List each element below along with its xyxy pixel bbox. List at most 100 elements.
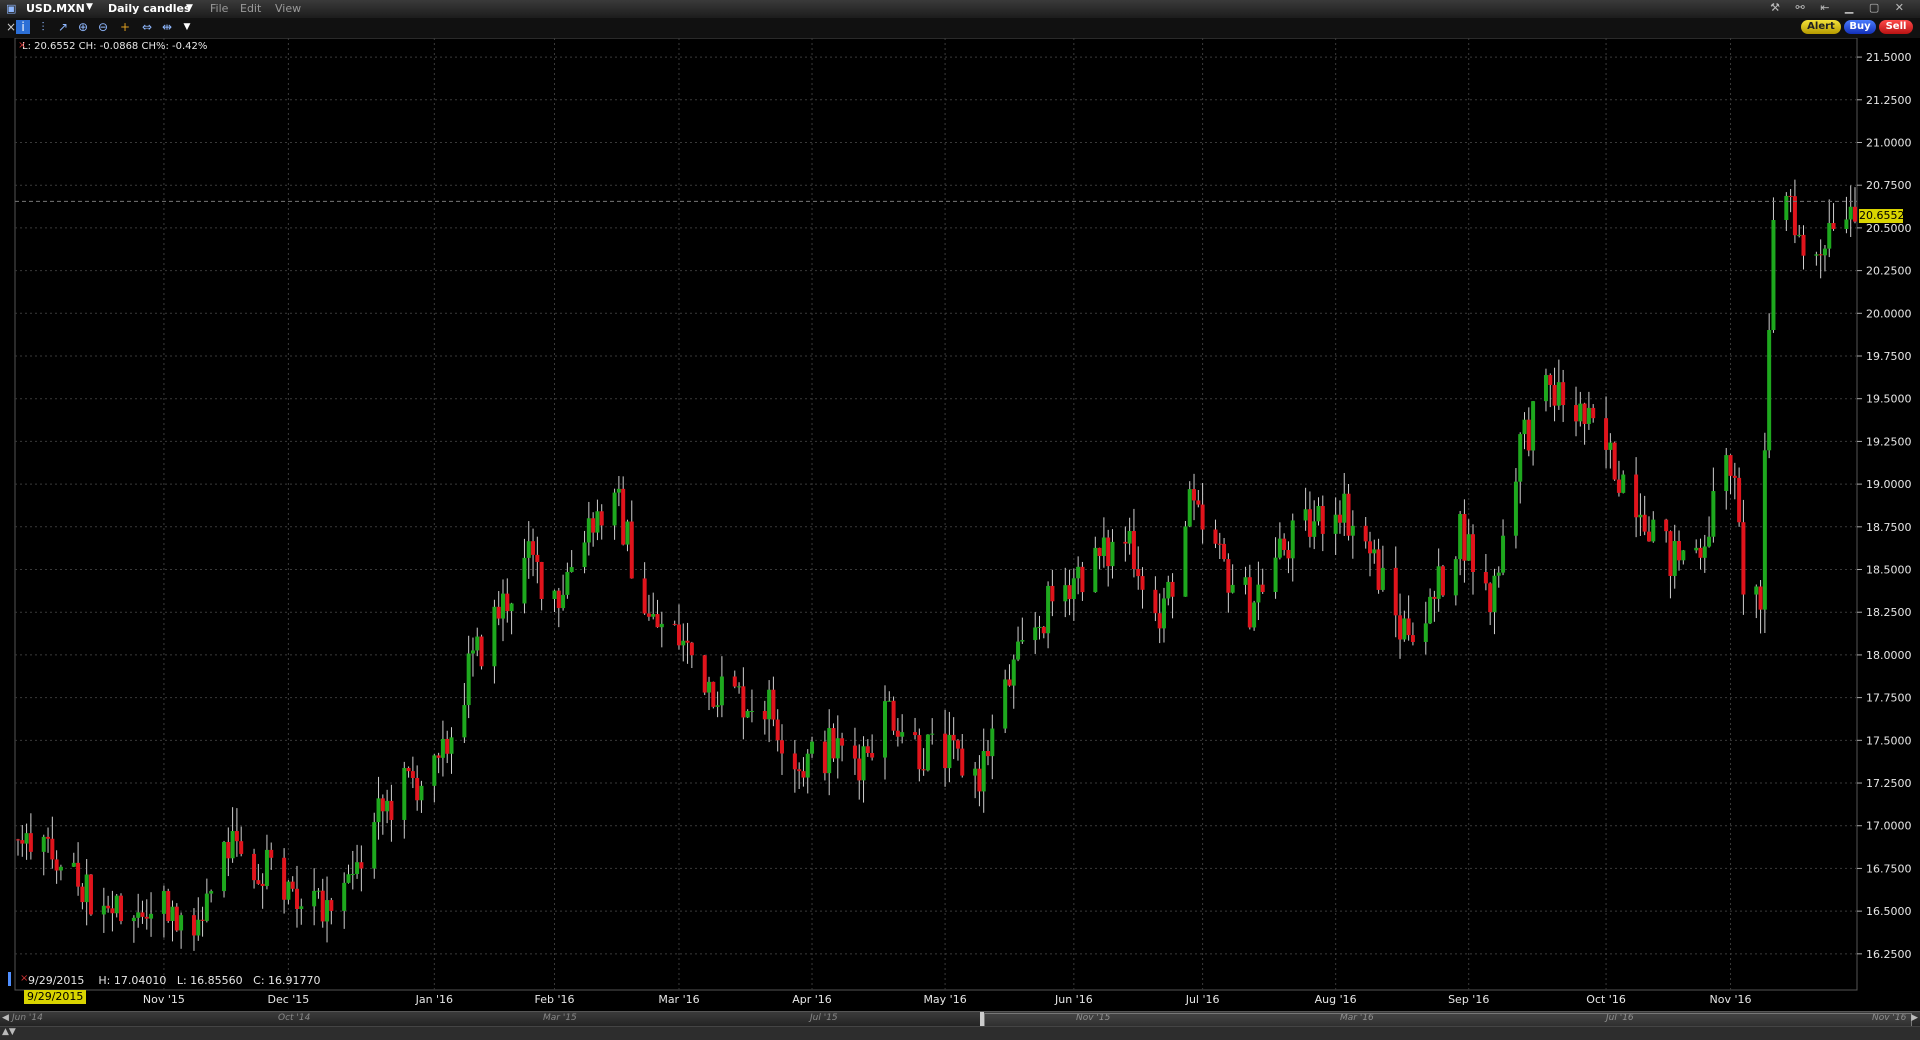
crosshair-icon[interactable]: + xyxy=(118,20,132,34)
candle-down xyxy=(1286,549,1291,559)
candle-up xyxy=(1436,566,1441,599)
candle-down xyxy=(239,841,244,854)
candle-down xyxy=(1642,514,1647,532)
candle-down xyxy=(20,840,25,844)
candle-down xyxy=(1788,195,1793,197)
candle-up xyxy=(1316,505,1321,522)
candle-down xyxy=(599,511,604,526)
alert-button[interactable]: Alert xyxy=(1801,20,1841,34)
candle-up xyxy=(286,881,291,900)
chart-mode-selector[interactable]: Daily candles xyxy=(108,2,191,15)
navigator-label: Mar '15 xyxy=(543,1013,577,1023)
candle-up xyxy=(1333,514,1338,534)
candle-up xyxy=(1127,530,1132,544)
candle-up xyxy=(565,571,570,595)
candle-up xyxy=(492,606,497,667)
candle-down xyxy=(891,700,896,731)
x-tick-label: Jan '16 xyxy=(415,993,453,1006)
candle-down xyxy=(775,719,780,741)
candle-down xyxy=(1136,569,1141,577)
candle-up xyxy=(1458,514,1463,560)
candle-down xyxy=(852,745,857,759)
candle-up xyxy=(749,710,754,712)
bottom-scroll-strip[interactable]: ▲▼ xyxy=(0,1026,1920,1040)
candle-down xyxy=(1140,576,1145,590)
candle-down xyxy=(415,777,420,801)
scroll-right-icon[interactable]: ▶ xyxy=(1911,1013,1918,1023)
draw-line-icon[interactable]: ↗ xyxy=(56,20,70,34)
candle-down xyxy=(1792,196,1797,236)
candle-up xyxy=(1252,602,1257,628)
fit-icon[interactable]: ⇔ xyxy=(140,20,154,34)
candle-up xyxy=(41,836,46,852)
candle-down xyxy=(986,750,991,757)
navigator-window[interactable] xyxy=(984,1013,1912,1027)
y-tick-label: 19.2500 xyxy=(1866,435,1912,448)
candle-down xyxy=(702,655,707,693)
candle-down xyxy=(46,836,51,839)
candle-up xyxy=(1531,401,1536,451)
zoom-out-icon[interactable]: ⊖ xyxy=(96,20,110,34)
candle-down xyxy=(1170,581,1175,597)
sell-button[interactable]: Sell xyxy=(1879,20,1913,34)
menu-edit[interactable]: Edit xyxy=(240,2,261,15)
chevron-down-icon[interactable]: ▼ xyxy=(86,2,93,12)
candle-down xyxy=(711,681,716,707)
time-navigator[interactable]: ◀ Jun '14 Oct '14 Mar '15 Jul '15 Nov '1… xyxy=(0,1011,1920,1027)
candle-up xyxy=(196,919,201,936)
info-icon[interactable]: i xyxy=(16,20,30,34)
zoom-in-icon[interactable]: ⊕ xyxy=(76,20,90,34)
chevron-down-icon[interactable]: ▼ xyxy=(180,20,194,34)
candle-up xyxy=(930,733,935,735)
window-controls[interactable]: ⚒ ⚯ ⇤ ▁ ▢ ✕ xyxy=(1770,1,1910,14)
candle-down xyxy=(119,895,124,922)
candle-down xyxy=(556,590,561,609)
candle-up xyxy=(402,767,407,820)
y-tick-label: 16.5000 xyxy=(1866,905,1912,918)
candle-down xyxy=(1200,504,1205,530)
candle-down xyxy=(1574,405,1579,422)
chevron-down-icon[interactable]: ▼ xyxy=(186,3,193,13)
candle-up xyxy=(509,603,514,612)
buy-button[interactable]: Buy xyxy=(1844,20,1876,34)
candle-down xyxy=(822,741,827,774)
candle-up xyxy=(1243,577,1248,585)
candle-down xyxy=(1320,505,1325,534)
date-axis[interactable]: Nov '15 Dec '15 Jan '16 Feb '16 Mar '16 Apr '… xyxy=(143,993,1752,1006)
candle-up xyxy=(1063,585,1068,602)
price-axis[interactable]: 21.5000 21.2500 21.0000 20.7500 20.5000 20.25… xyxy=(1857,51,1912,961)
y-tick-label: 17.0000 xyxy=(1866,820,1912,833)
y-tick-label: 21.5000 xyxy=(1866,51,1912,64)
candle-up xyxy=(1578,403,1583,422)
candle-down xyxy=(1737,477,1742,523)
chevron-down-icon[interactable]: ▲▼ xyxy=(2,1027,16,1037)
candle-up xyxy=(810,741,815,754)
scroll-left-icon[interactable]: ◀ xyxy=(2,1013,9,1023)
menu-file[interactable]: File xyxy=(210,2,228,15)
candle-down xyxy=(1471,534,1476,573)
menu-view[interactable]: View xyxy=(275,2,301,15)
candle-up xyxy=(355,862,360,875)
candle-up xyxy=(449,737,454,754)
candle-up xyxy=(376,798,381,823)
last-price-tag: 20.6552 xyxy=(1859,209,1905,223)
candle-down xyxy=(1307,509,1312,537)
price-chart[interactable]: 21.5000 21.2500 21.0000 20.7500 20.5000 20.25… xyxy=(0,0,1920,1011)
plot-area[interactable] xyxy=(14,37,1858,991)
candle-down xyxy=(840,738,845,746)
candle-up xyxy=(1303,509,1308,521)
candle-up xyxy=(1543,375,1548,402)
candle-down xyxy=(621,488,626,545)
candle-down xyxy=(917,735,922,770)
candle-up xyxy=(1608,442,1613,450)
candle-down xyxy=(1664,519,1669,532)
candle-up xyxy=(1638,514,1643,518)
candle-down xyxy=(1007,679,1012,686)
y-tick-label: 16.7500 xyxy=(1866,862,1912,875)
candle-down xyxy=(732,676,737,687)
bar-chart-icon[interactable]: ⫶ xyxy=(36,20,50,34)
close-icon[interactable]: × xyxy=(18,40,26,51)
expand-icon[interactable]: ⇹ xyxy=(160,20,174,34)
symbol-selector[interactable]: USD.MXN xyxy=(26,2,85,15)
candle-down xyxy=(234,831,239,842)
